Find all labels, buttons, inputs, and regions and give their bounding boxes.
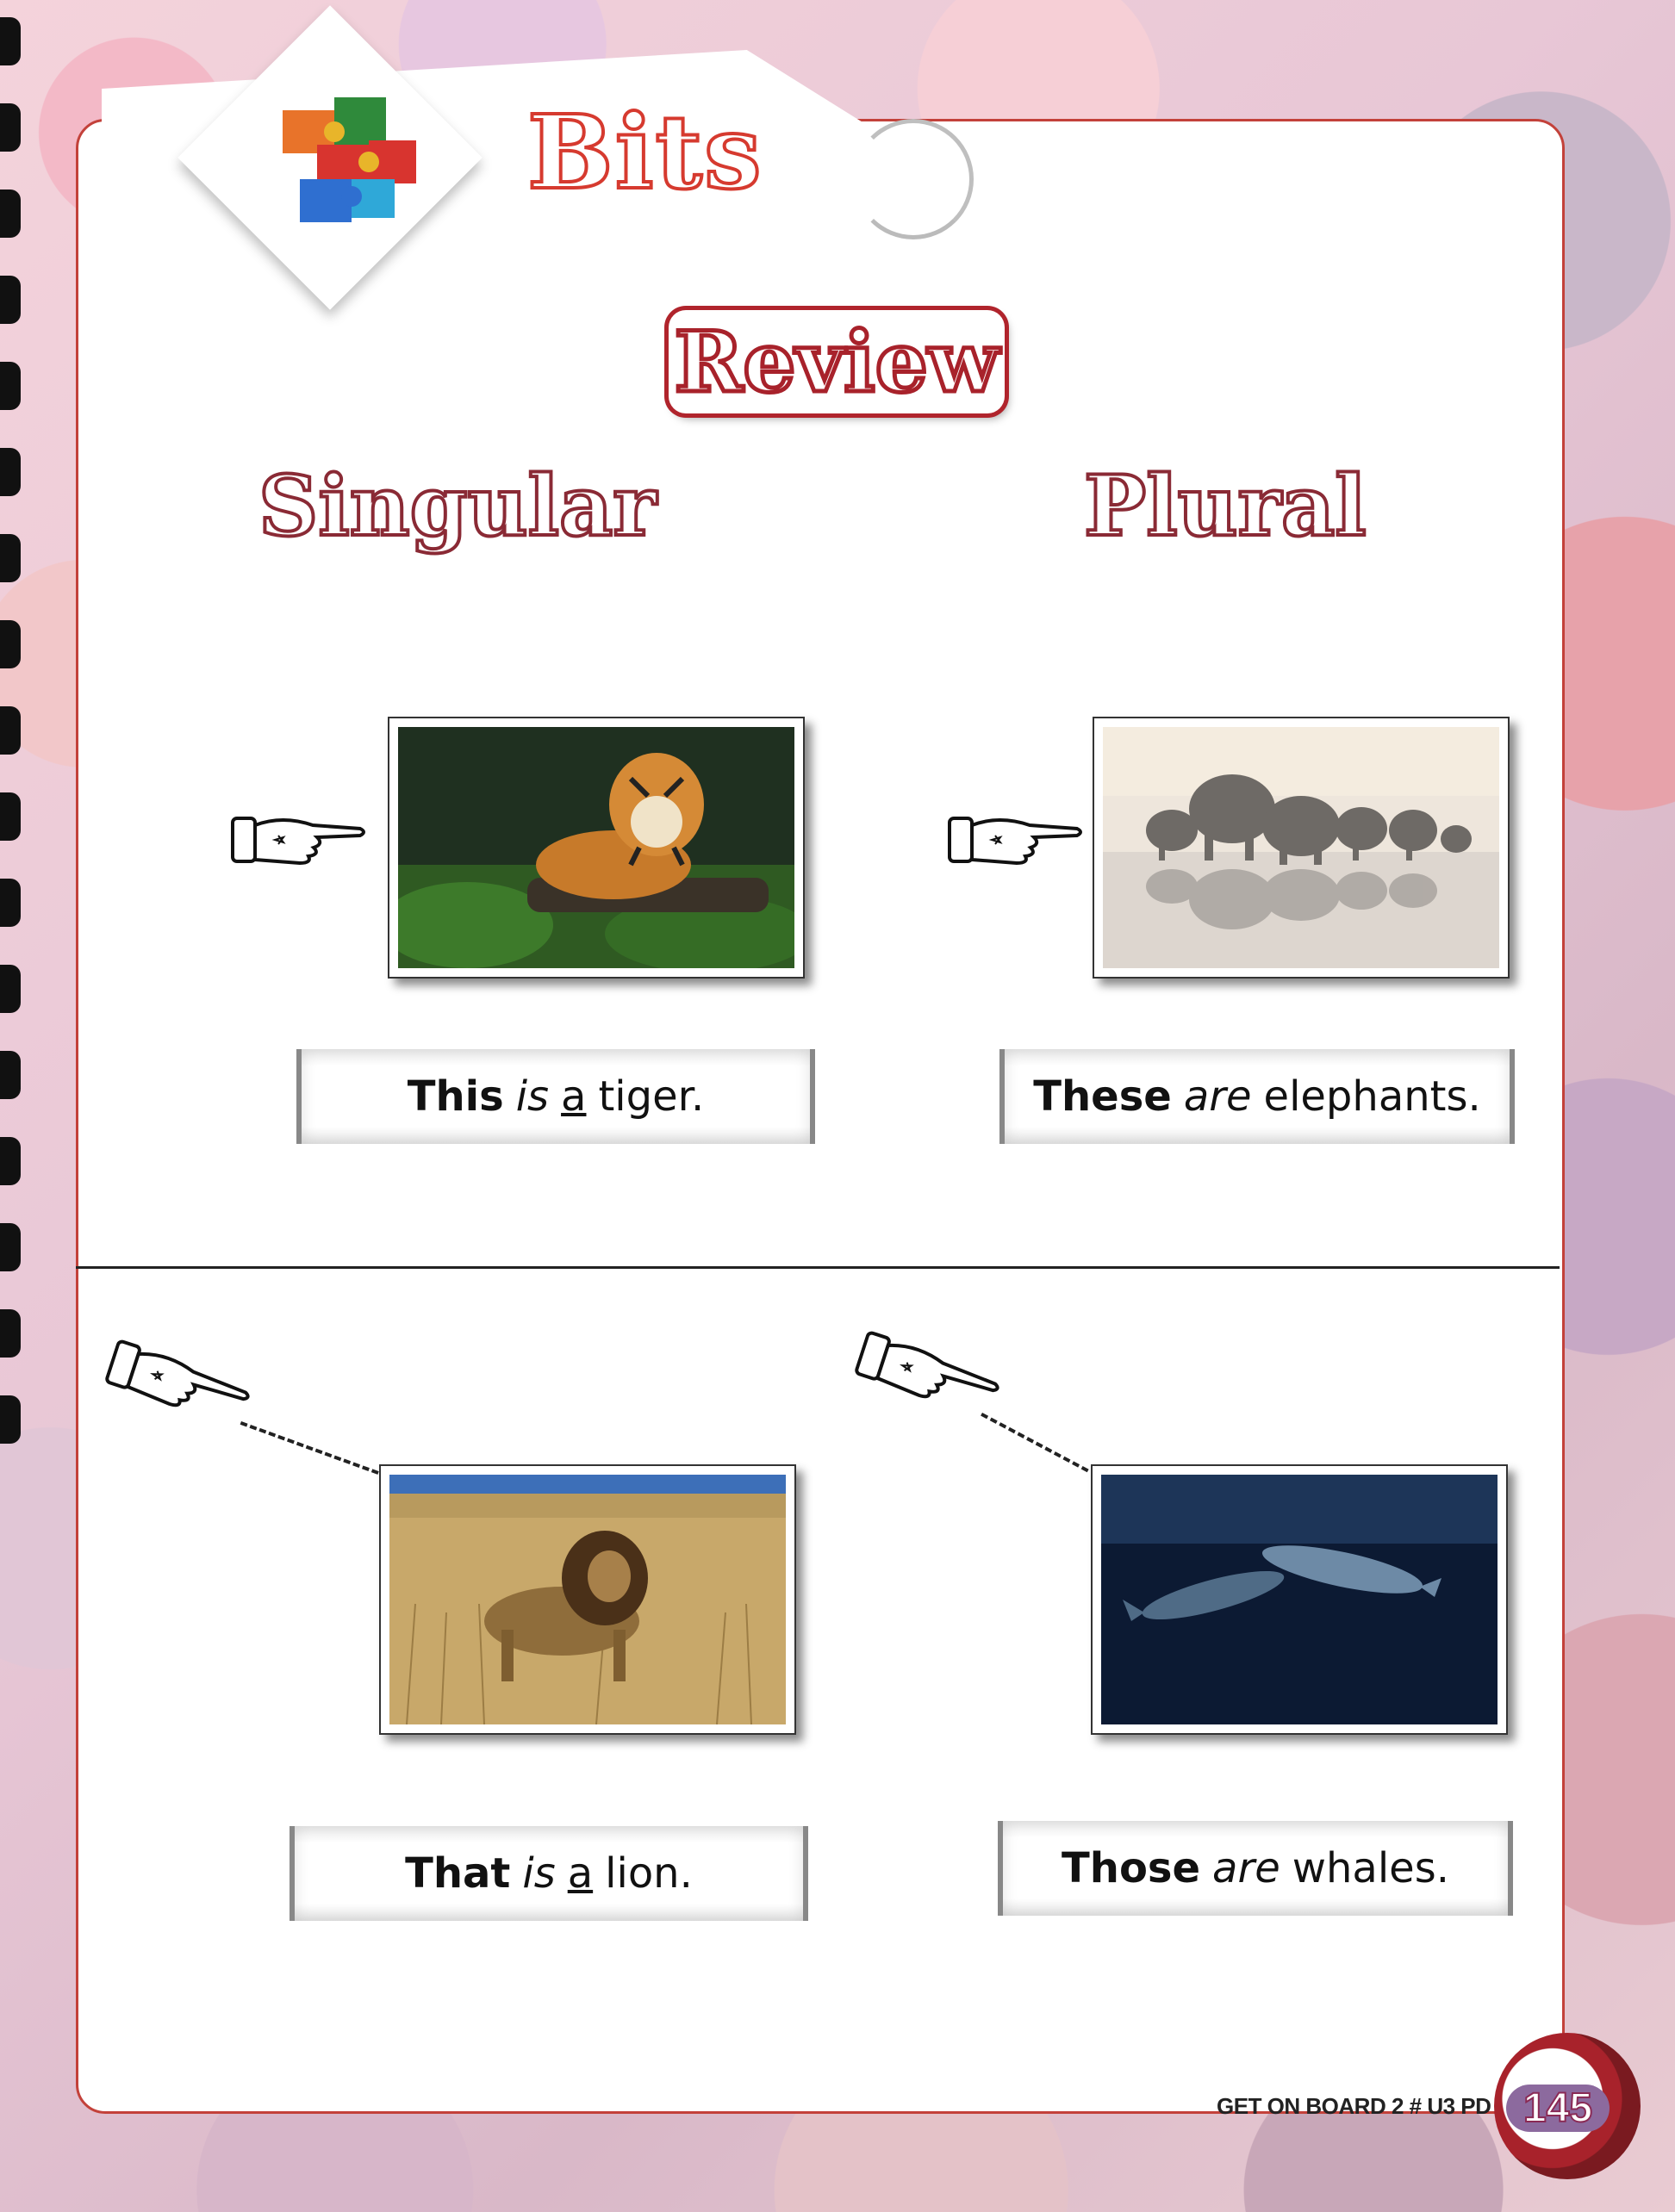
plural-heading: Plural — [1082, 457, 1368, 555]
verb-word: is — [522, 1849, 556, 1898]
whales-photo — [1091, 1464, 1508, 1735]
noun-word: lion. — [605, 1849, 693, 1898]
pointing-hand-icon — [948, 817, 1082, 866]
subject-word: That — [405, 1849, 511, 1898]
subject-word: Those — [1062, 1844, 1201, 1892]
section-divider — [76, 1266, 1560, 1269]
singular-heading: Singular — [257, 457, 658, 555]
subject-word: These — [1033, 1072, 1172, 1121]
elephants-photo — [1093, 717, 1510, 979]
sentence-box: This is a tiger. — [296, 1049, 815, 1144]
noun-word: elephants. — [1263, 1072, 1481, 1121]
article-word: a — [561, 1072, 587, 1121]
puzzle-icon — [283, 97, 416, 222]
noun-word: whales. — [1292, 1844, 1449, 1892]
verb-word: are — [1183, 1072, 1252, 1121]
tab-circle-decoration — [853, 119, 974, 239]
sentence-box: These are elephants. — [999, 1049, 1515, 1144]
subject-word: This — [407, 1072, 504, 1121]
spiral-binding — [0, 17, 24, 1499]
article-word: a — [567, 1849, 594, 1898]
tiger-photo — [388, 717, 805, 979]
book-footer: GET ON BOARD 2 # U3 PD — [1217, 2093, 1491, 2119]
noun-word: tiger. — [598, 1072, 705, 1121]
verb-word: is — [515, 1072, 550, 1121]
lion-photo — [379, 1464, 796, 1735]
page-number: 145 — [1506, 2085, 1610, 2132]
sentence-box: Those are whales. — [998, 1821, 1513, 1916]
pointing-hand-icon — [231, 817, 365, 866]
review-title: Review — [669, 310, 1005, 413]
section-title: Bits — [526, 92, 763, 212]
sentence-box: That is a lion. — [290, 1826, 808, 1921]
verb-word: are — [1212, 1844, 1280, 1892]
